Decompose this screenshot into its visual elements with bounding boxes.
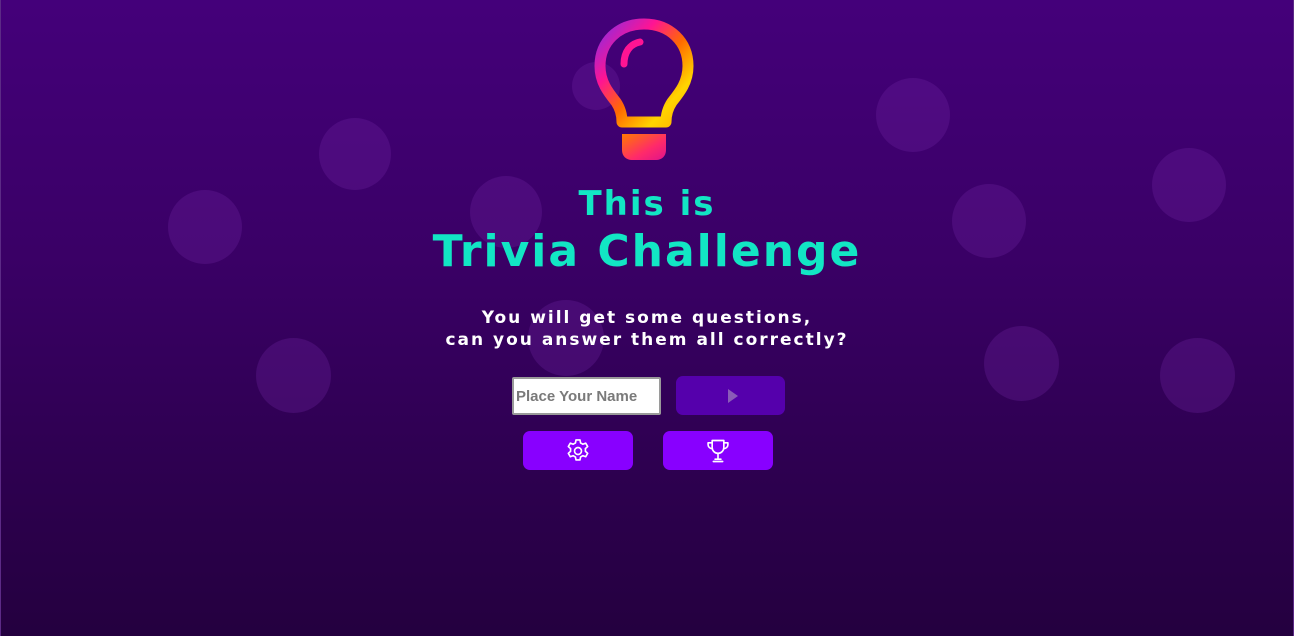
- play-button[interactable]: [676, 376, 785, 415]
- lightbulb-icon: [594, 18, 694, 162]
- ranking-button[interactable]: [663, 431, 773, 470]
- gear-icon: [564, 437, 592, 465]
- page-title: Trivia Challenge: [432, 226, 862, 277]
- description-line-1: You will get some questions,: [481, 308, 813, 328]
- background-bubble: [876, 78, 950, 152]
- settings-button[interactable]: [523, 431, 633, 470]
- description-line-2: can you answer them all correctly?: [445, 330, 849, 350]
- trophy-icon: [704, 437, 732, 465]
- background-bubble: [319, 118, 391, 190]
- subtitle: This is: [578, 184, 716, 224]
- name-input[interactable]: [512, 377, 661, 415]
- play-icon: [727, 388, 738, 403]
